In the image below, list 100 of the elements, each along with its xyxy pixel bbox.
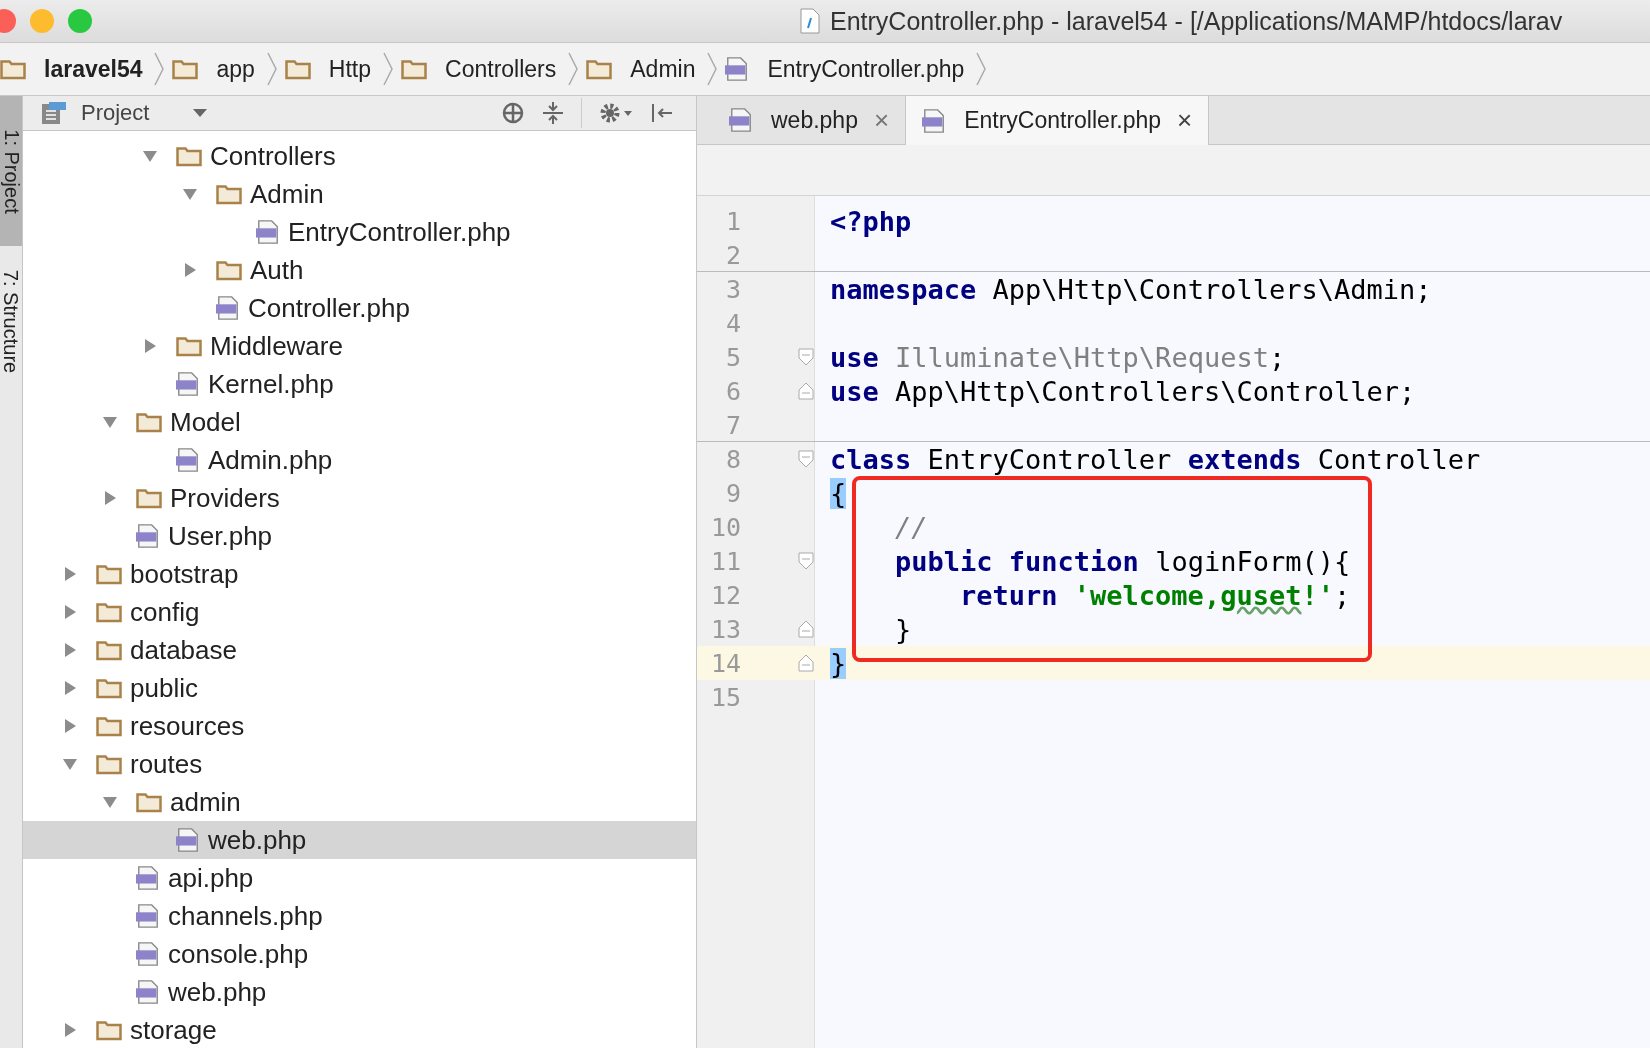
crosshair-icon[interactable] <box>501 101 525 125</box>
expander-icon[interactable] <box>62 756 78 772</box>
tree-item[interactable]: web.php <box>23 973 696 1011</box>
fold-marker-icon[interactable] <box>798 450 814 468</box>
code-line: } <box>894 613 912 645</box>
tree-item[interactable]: channels.php <box>23 897 696 935</box>
folder-icon <box>216 183 242 205</box>
expander-icon[interactable] <box>182 186 198 202</box>
tree-item[interactable]: Kernel.php <box>23 365 696 403</box>
php-file-icon <box>725 56 750 82</box>
code-line: namespace App\Http\Controllers\Admin; <box>830 273 1432 305</box>
breadcrumb[interactable]: EntryController.php <box>725 55 969 83</box>
editor-tab[interactable]: web.php × <box>713 96 906 144</box>
tree-item[interactable]: web.php <box>23 821 696 859</box>
php-file-icon <box>136 903 160 929</box>
folder-icon <box>401 58 428 80</box>
folder-icon <box>136 791 162 813</box>
line-number: 2 <box>724 240 741 270</box>
tree-item[interactable]: console.php <box>23 935 696 973</box>
expander-icon[interactable] <box>62 1022 78 1038</box>
tree-item[interactable]: config <box>23 593 696 631</box>
breadcrumb[interactable]: app <box>172 55 259 83</box>
code-line: <?php <box>830 205 912 237</box>
tree-item[interactable]: Middleware <box>23 327 696 365</box>
expander-icon[interactable] <box>62 604 78 620</box>
tree-item[interactable]: Controllers <box>23 137 696 175</box>
folder-icon <box>176 145 202 167</box>
php-file-icon <box>176 447 200 473</box>
breadcrumb[interactable]: laravel54 <box>0 55 147 83</box>
breadcrumb[interactable]: Controllers <box>401 55 561 83</box>
tree-item[interactable]: User.php <box>23 517 696 555</box>
tree-item[interactable]: Providers <box>23 479 696 517</box>
fold-marker-icon[interactable] <box>798 620 814 638</box>
expander-icon[interactable] <box>102 414 118 430</box>
folder-icon <box>96 753 122 775</box>
line-number: 4 <box>724 308 741 338</box>
tool-window-tab[interactable]: 7: Structure <box>0 246 22 396</box>
code-line: use Illuminate\Http\Request; <box>830 341 1286 373</box>
breadcrumb[interactable]: Admin <box>586 55 700 83</box>
expander-icon[interactable] <box>182 262 198 278</box>
fold-marker-icon[interactable] <box>798 382 814 400</box>
tree-item[interactable]: routes <box>23 745 696 783</box>
expander-icon[interactable] <box>102 794 118 810</box>
php-file-icon <box>176 827 200 853</box>
expander-icon[interactable] <box>62 566 78 582</box>
tree-item[interactable]: Auth <box>23 251 696 289</box>
folder-icon <box>96 1019 122 1041</box>
folder-icon <box>176 335 202 357</box>
chevron-icon <box>266 52 277 86</box>
close-tab-button[interactable]: × <box>873 104 890 136</box>
expander-icon[interactable] <box>142 338 158 354</box>
tree-item[interactable]: EntryController.php <box>23 213 696 251</box>
collapse-icon[interactable] <box>541 101 565 125</box>
zoom-window-button[interactable] <box>68 9 92 33</box>
line-number: 11 <box>709 546 741 576</box>
php-file-icon <box>729 107 753 133</box>
line-number: 7 <box>724 410 741 440</box>
expander-icon[interactable] <box>102 490 118 506</box>
folder-icon <box>284 58 311 80</box>
line-number: 5 <box>724 342 741 372</box>
expander-icon[interactable] <box>62 642 78 658</box>
php-file-icon <box>922 107 947 134</box>
expander-icon[interactable] <box>142 148 158 164</box>
fold-marker-icon[interactable] <box>798 654 814 672</box>
fold-marker-icon[interactable] <box>798 348 814 366</box>
tree-item[interactable]: Admin.php <box>23 441 696 479</box>
tree-item[interactable]: Admin <box>23 175 696 213</box>
line-number: 14 <box>709 648 741 678</box>
tree-item[interactable]: storage <box>23 1011 696 1048</box>
window-title: EntryController.php - laravel54 - [/Applications/MAMP/htdocs/larav <box>830 6 1563 36</box>
line-number: 13 <box>709 614 741 644</box>
tree-item[interactable]: public <box>23 669 696 707</box>
line-number: 10 <box>709 512 741 542</box>
hide-panel-icon[interactable] <box>650 101 674 125</box>
folder-icon <box>96 563 122 585</box>
line-number: 15 <box>709 682 741 712</box>
folder-icon <box>216 259 242 281</box>
code-line: class EntryController extends Controller <box>830 443 1481 475</box>
breadcrumb[interactable]: Http <box>284 55 376 83</box>
fold-marker-icon[interactable] <box>798 552 814 570</box>
tool-window-tab[interactable]: 1: Project <box>0 96 22 246</box>
php-file-icon <box>256 219 280 245</box>
dropdown-caret-icon[interactable] <box>193 108 208 118</box>
settings-icon[interactable] <box>598 101 634 125</box>
tree-item[interactable]: api.php <box>23 859 696 897</box>
tree-item[interactable]: database <box>23 631 696 669</box>
php-file-icon <box>216 295 240 321</box>
tree-item[interactable]: resources <box>23 707 696 745</box>
php-file-icon <box>136 523 160 549</box>
close-tab-button[interactable]: × <box>1177 105 1193 136</box>
tree-item[interactable]: Controller.php <box>23 289 696 327</box>
expander-icon[interactable] <box>62 718 78 734</box>
folder-icon <box>0 58 26 80</box>
tree-item[interactable]: Model <box>23 403 696 441</box>
tree-item[interactable]: admin <box>23 783 696 821</box>
expander-icon[interactable] <box>62 680 78 696</box>
editor-tab[interactable]: EntryController.php × <box>905 96 1210 145</box>
line-number: 1 <box>724 206 741 236</box>
tree-item[interactable]: bootstrap <box>23 555 696 593</box>
code-line: // <box>894 511 928 543</box>
